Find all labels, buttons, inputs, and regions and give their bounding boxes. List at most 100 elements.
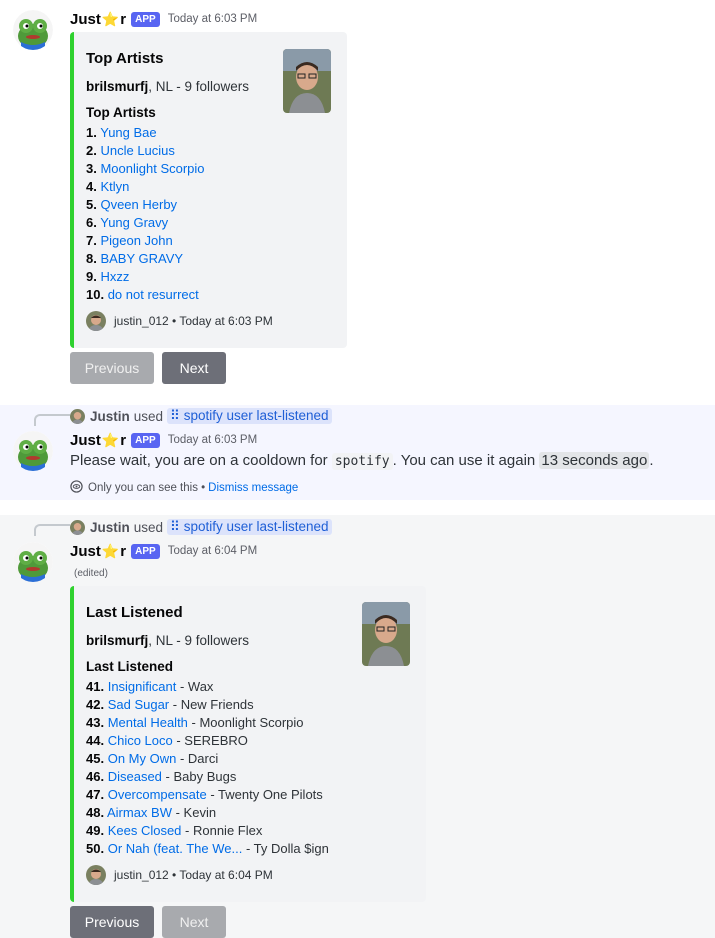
message-header: Just ⭐ r APP Today at 6:03 PM bbox=[70, 430, 257, 450]
embed-author-meta: , NL - 9 followers bbox=[148, 633, 250, 648]
inline-code: spotify bbox=[331, 453, 393, 470]
embed-author: brilsmurfj, NL - 9 followers bbox=[86, 633, 249, 648]
footer-text: justin_012 • Today at 6:03 PM bbox=[114, 314, 273, 328]
bot-username-suffix[interactable]: r bbox=[120, 432, 126, 449]
artist-link[interactable]: Yung Gravy bbox=[100, 215, 168, 230]
eye-icon bbox=[70, 480, 83, 496]
reply-context[interactable]: Justin used ⠿ spotify user last-listened bbox=[70, 518, 332, 536]
message-header: Just ⭐ r APP Today at 6:03 PM bbox=[70, 9, 257, 29]
reply-username[interactable]: Justin bbox=[90, 520, 130, 535]
ephemeral-text: Only you can see this • bbox=[88, 482, 206, 494]
track-link[interactable]: Overcompensate bbox=[108, 787, 207, 802]
star-icon: ⭐ bbox=[101, 431, 120, 448]
track-list: 41. Insignificant - Wax 42. Sad Sugar - … bbox=[86, 678, 329, 858]
list-item: 50. Or Nah (feat. The We... - Ty Dolla $… bbox=[86, 841, 329, 856]
footer-text: justin_012 • Today at 6:04 PM bbox=[114, 868, 273, 882]
track-link[interactable]: Mental Health bbox=[108, 715, 188, 730]
timestamp[interactable]: Today at 6:03 PM bbox=[168, 434, 258, 446]
track-link[interactable]: Chico Loco bbox=[108, 733, 173, 748]
message-header: Just ⭐ r APP Today at 6:04 PM bbox=[70, 541, 257, 561]
edited-label[interactable]: (edited) bbox=[74, 568, 108, 579]
timestamp[interactable]: Today at 6:04 PM bbox=[168, 545, 258, 557]
previous-button[interactable]: Previous bbox=[70, 906, 154, 938]
timestamp[interactable]: Today at 6:03 PM bbox=[168, 13, 258, 25]
message-last-listened: Justin used ⠿ spotify user last-listened… bbox=[0, 515, 715, 938]
embed-author-name: brilsmurfj bbox=[86, 633, 149, 648]
message-cooldown: Justin used ⠿ spotify user last-listened… bbox=[0, 405, 715, 500]
reply-avatar bbox=[70, 408, 85, 424]
list-item: 7. Pigeon John bbox=[86, 233, 173, 248]
track-link[interactable]: Kees Closed bbox=[108, 823, 182, 838]
artist-link[interactable]: BABY GRAVY bbox=[100, 251, 183, 266]
artist-link[interactable]: Qveen Herby bbox=[100, 197, 177, 212]
list-item: 44. Chico Loco - SEREBRO bbox=[86, 733, 248, 748]
list-item: 47. Overcompensate - Twenty One Pilots bbox=[86, 787, 323, 802]
embed-field-name: Last Listened bbox=[86, 659, 174, 674]
command-icon: ⠿ bbox=[170, 519, 184, 534]
embed-title: Last Listened bbox=[86, 604, 183, 621]
next-button[interactable]: Next bbox=[162, 906, 226, 938]
track-link[interactable]: Airmax BW bbox=[107, 805, 172, 820]
embed-thumbnail[interactable] bbox=[362, 602, 410, 666]
next-button[interactable]: Next bbox=[162, 352, 226, 384]
artist-link[interactable]: do not resurrect bbox=[108, 287, 199, 302]
embed-author-name: brilsmurfj bbox=[86, 79, 149, 94]
message-content: Please wait, you are on a cooldown for s… bbox=[70, 452, 654, 470]
list-item: 9. Hxzz bbox=[86, 269, 130, 284]
artist-link[interactable]: Uncle Lucius bbox=[100, 143, 174, 158]
track-link[interactable]: Diseased bbox=[108, 769, 162, 784]
previous-button[interactable]: Previous bbox=[70, 352, 154, 384]
reply-context[interactable]: Justin used ⠿ spotify user last-listened bbox=[70, 407, 332, 425]
list-item: 5. Qveen Herby bbox=[86, 197, 178, 212]
bot-username-suffix[interactable]: r bbox=[120, 11, 126, 28]
bot-username[interactable]: Just bbox=[70, 543, 101, 560]
reply-spine bbox=[34, 414, 70, 426]
embed-thumbnail[interactable] bbox=[283, 49, 331, 113]
list-item: 42. Sad Sugar - New Friends bbox=[86, 697, 254, 712]
command-icon: ⠿ bbox=[170, 408, 184, 423]
artist-list: 1. Yung Bae 2. Uncle Lucius 3. Moonlight… bbox=[86, 124, 205, 304]
list-item: 1. Yung Bae bbox=[86, 125, 157, 140]
relative-timestamp[interactable]: 13 seconds ago bbox=[539, 452, 650, 469]
list-item: 10. do not resurrect bbox=[86, 287, 199, 302]
bot-username[interactable]: Just bbox=[70, 11, 101, 28]
reply-used-text: used bbox=[133, 408, 164, 424]
embed-author: brilsmurfj, NL - 9 followers bbox=[86, 79, 249, 94]
artist-link[interactable]: Moonlight Scorpio bbox=[100, 161, 204, 176]
track-link[interactable]: On My Own bbox=[108, 751, 177, 766]
artist-link[interactable]: Ktlyn bbox=[100, 179, 129, 194]
list-item: 46. Diseased - Baby Bugs bbox=[86, 769, 237, 784]
reply-spine bbox=[34, 524, 70, 536]
embed-footer: justin_012 • Today at 6:03 PM bbox=[86, 311, 273, 331]
slash-command-link[interactable]: ⠿ spotify user last-listened bbox=[167, 408, 332, 424]
bot-avatar[interactable] bbox=[13, 542, 53, 582]
artist-link[interactable]: Pigeon John bbox=[100, 233, 172, 248]
embed-card: Last Listened brilsmurfj, NL - 9 followe… bbox=[70, 586, 426, 902]
dismiss-message-link[interactable]: Dismiss message bbox=[208, 482, 298, 494]
track-link[interactable]: Sad Sugar bbox=[108, 697, 169, 712]
track-link[interactable]: Or Nah (feat. The We... bbox=[108, 841, 243, 856]
reply-username[interactable]: Justin bbox=[90, 409, 130, 424]
embed-author-meta: , NL - 9 followers bbox=[148, 79, 250, 94]
footer-avatar bbox=[86, 311, 106, 331]
embed-footer: justin_012 • Today at 6:04 PM bbox=[86, 865, 273, 885]
app-badge: APP bbox=[131, 432, 160, 448]
artist-link[interactable]: Yung Bae bbox=[100, 125, 156, 140]
ephemeral-notice: Only you can see this • Dismiss message bbox=[70, 480, 298, 496]
embed-field-name: Top Artists bbox=[86, 105, 156, 120]
list-item: 49. Kees Closed - Ronnie Flex bbox=[86, 823, 263, 838]
bot-avatar[interactable] bbox=[13, 431, 53, 471]
list-item: 4. Ktlyn bbox=[86, 179, 130, 194]
bot-username[interactable]: Just bbox=[70, 432, 101, 449]
slash-command-link[interactable]: ⠿ spotify user last-listened bbox=[167, 519, 332, 535]
star-icon: ⭐ bbox=[101, 542, 120, 559]
bot-username-suffix[interactable]: r bbox=[120, 543, 126, 560]
app-badge: APP bbox=[131, 543, 160, 559]
footer-avatar bbox=[86, 865, 106, 885]
list-item: 48. Airmax BW - Kevin bbox=[86, 805, 217, 820]
artist-link[interactable]: Hxzz bbox=[100, 269, 129, 284]
list-item: 41. Insignificant - Wax bbox=[86, 679, 214, 694]
list-item: 3. Moonlight Scorpio bbox=[86, 161, 205, 176]
bot-avatar[interactable] bbox=[13, 10, 53, 50]
track-link[interactable]: Insignificant bbox=[108, 679, 177, 694]
